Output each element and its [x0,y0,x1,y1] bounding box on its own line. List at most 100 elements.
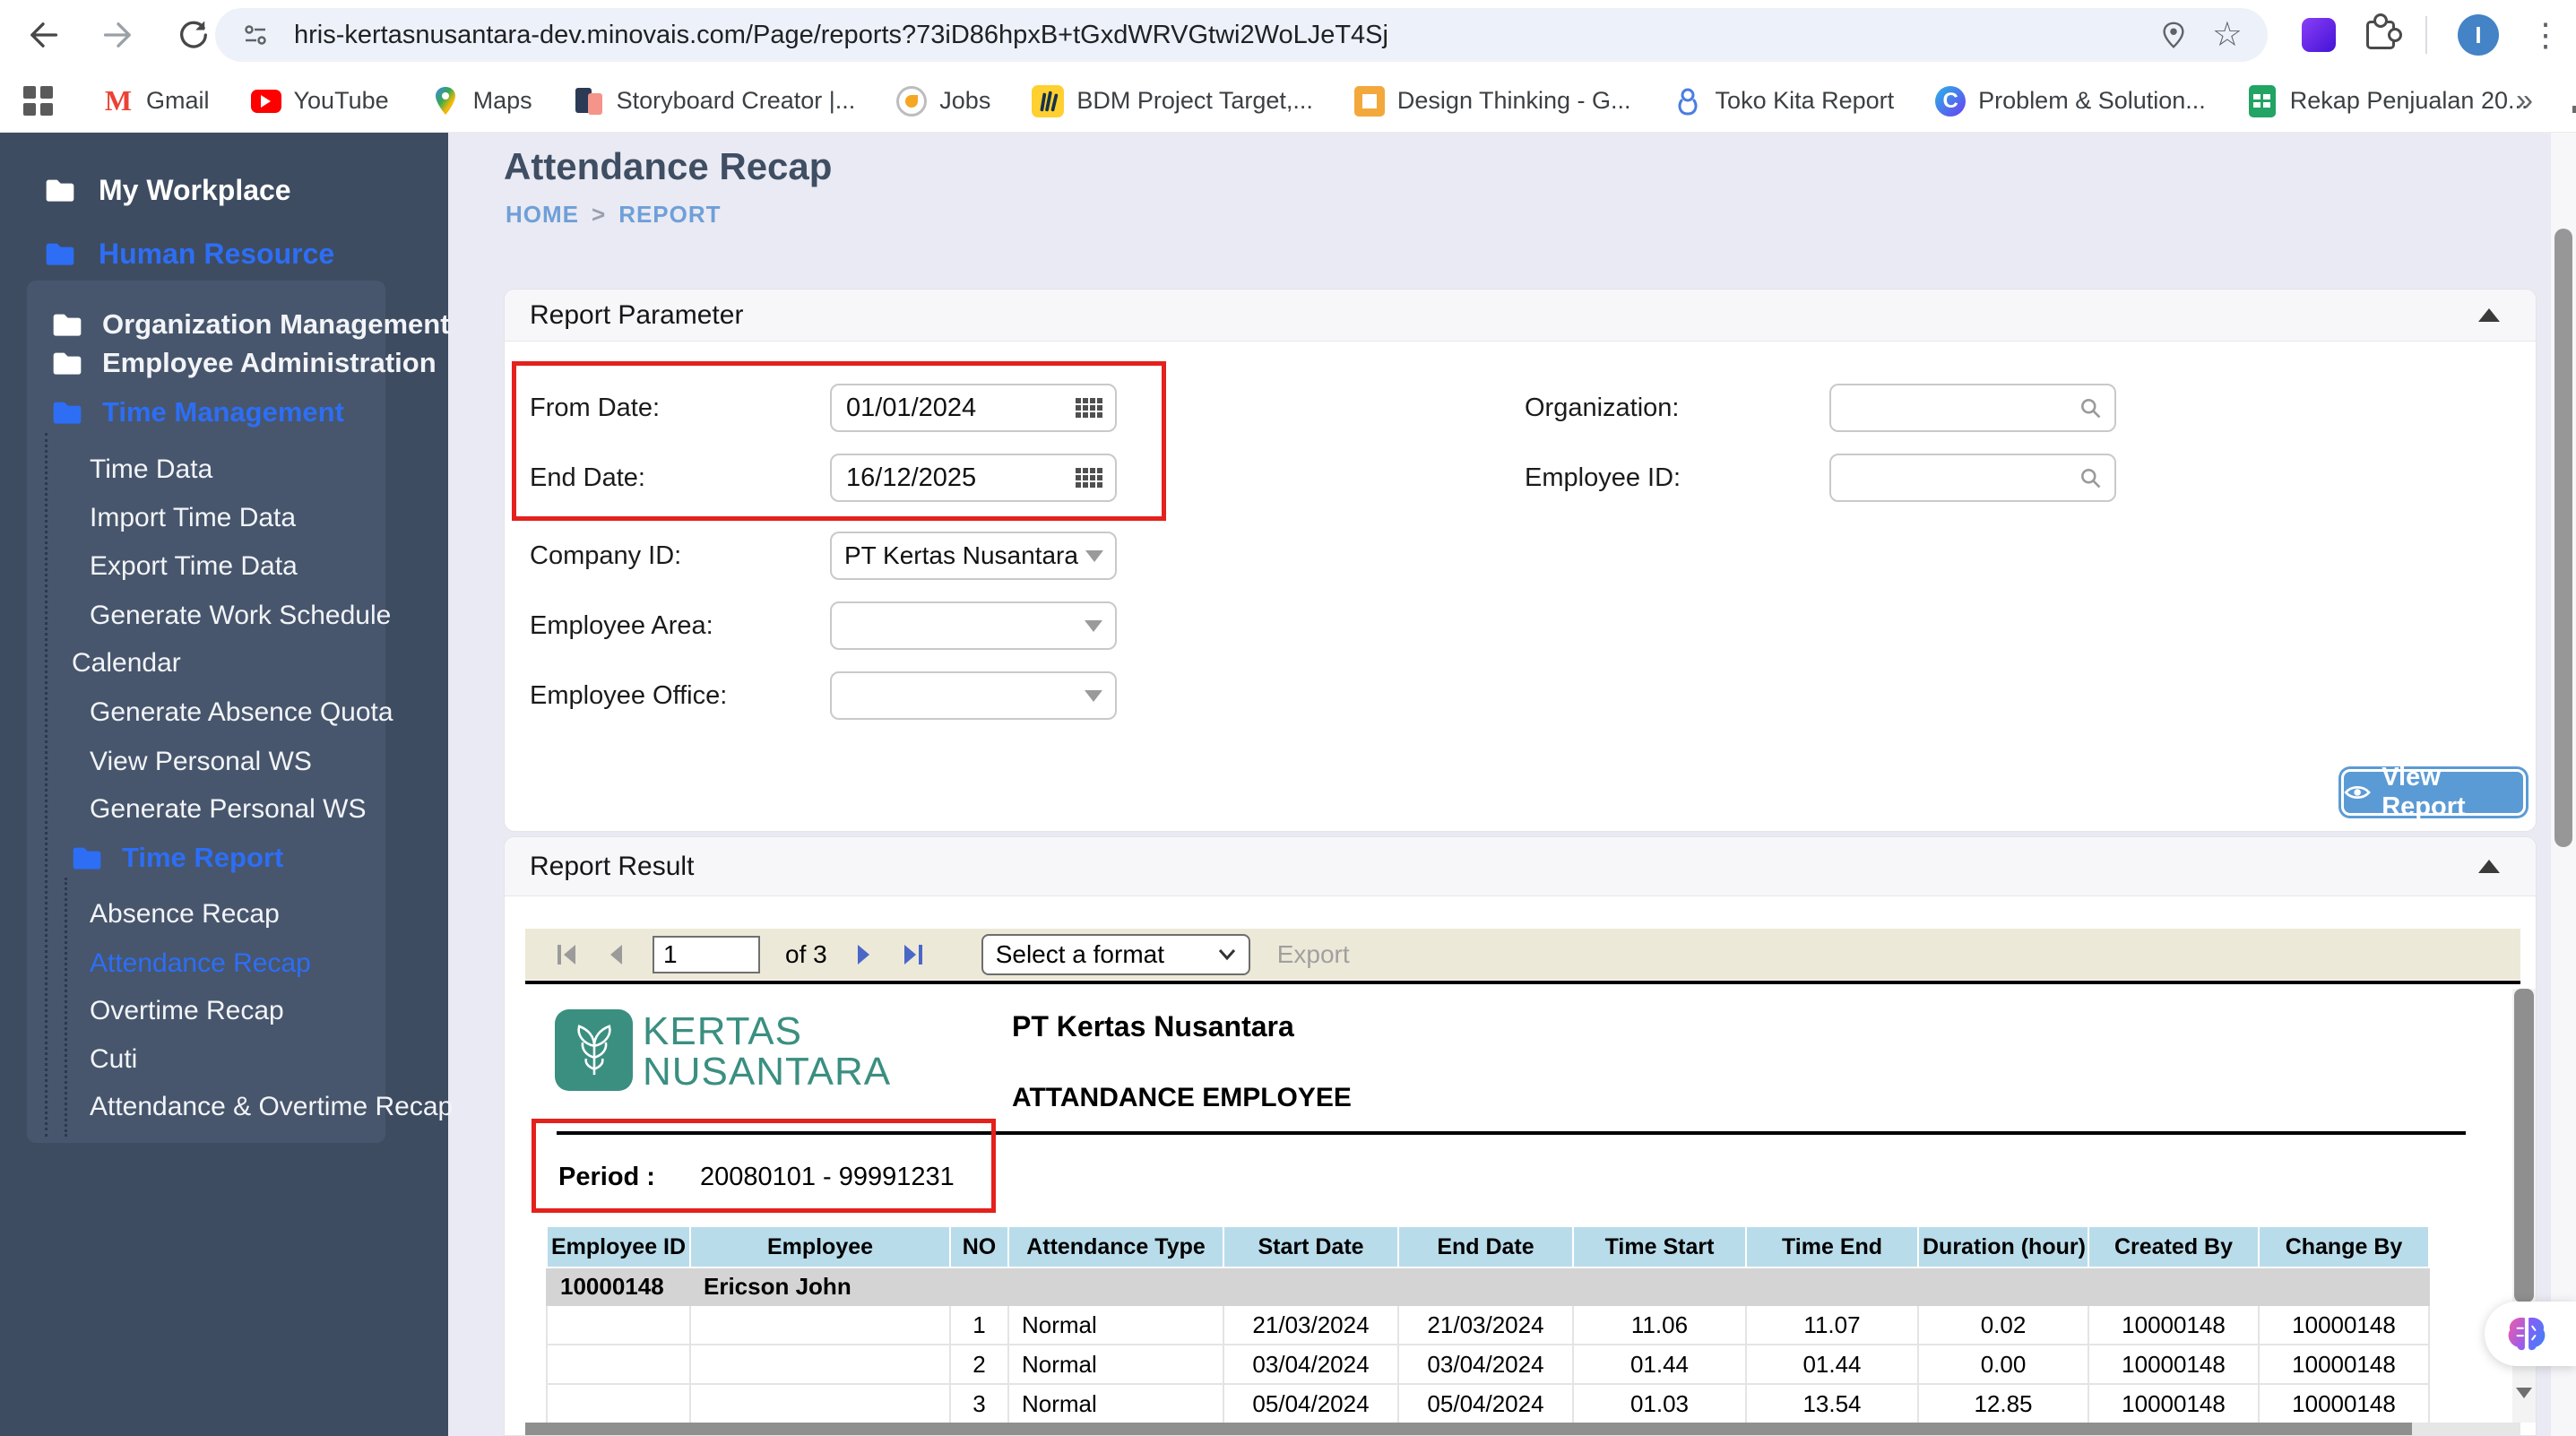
company-id-select[interactable]: PT Kertas Nusantara [830,532,1117,580]
table-header-row: Employee ID Employee NO Attendance Type … [546,1225,2430,1268]
report-result-panel: Report Result of 3 Select a format Expor… [504,836,2537,1436]
report-heading: ATTANDANCE EMPLOYEE [1012,1083,1352,1112]
sidebar-item-generate-personal-ws[interactable]: Generate Personal WS [90,790,366,829]
browser-menu-icon[interactable]: ⋮ [2529,19,2562,51]
bookmark-maps[interactable]: Maps [430,86,532,117]
search-icon[interactable] [2079,394,2102,421]
attendance-table: Employee ID Employee NO Attendance Type … [546,1225,2430,1435]
bookmark-toko-kita[interactable]: Toko Kita Report [1673,86,1894,117]
sidebar-item-my-workplace[interactable]: My Workplace [45,169,291,212]
browser-toolbar: hris-kertasnusantara-dev.minovais.com/Pa… [0,0,2576,70]
employee-office-select[interactable] [830,671,1117,720]
scrollbar-thumb[interactable] [525,1423,2412,1435]
sidebar-item-time-report[interactable]: Time Report [72,838,283,878]
report-company-name: PT Kertas Nusantara [1012,1010,1294,1042]
next-page-icon[interactable] [852,941,876,968]
sidebar-item-generate-absence-quota[interactable]: Generate Absence Quota [90,693,393,732]
sidebar-item-employee-administration[interactable]: Employee Administration [52,343,437,383]
bookmark-design-thinking[interactable]: Design Thinking - G... [1353,85,1631,117]
bookmark-jobs[interactable]: Jobs [896,85,990,117]
folder-icon [53,402,82,424]
bookmark-youtube[interactable]: YouTube [250,86,389,117]
report-horizontal-scrollbar[interactable] [525,1423,2520,1435]
sidebar-item-time-data[interactable]: Time Data [90,450,212,489]
sidebar-item-calendar[interactable]: Calendar [72,644,181,683]
format-select[interactable]: Select a format [981,933,1250,975]
extensions-puzzle-icon[interactable] [2366,13,2402,49]
url-text[interactable]: hris-kertasnusantara-dev.minovais.com/Pa… [294,21,1388,50]
profile-avatar[interactable]: I [2458,14,2499,56]
eye-icon [2344,785,2371,800]
employee-area-select[interactable] [830,601,1117,650]
organization-field[interactable] [1829,384,2116,432]
location-pin-icon[interactable] [2158,19,2189,51]
sidebar-item-time-management[interactable]: Time Management [52,393,344,432]
report-pager: of 3 Select a format Export [525,929,2520,980]
bookmarks-overflow-chevron[interactable]: » [2516,83,2533,118]
bookmark-gmail[interactable]: M Gmail [103,84,210,117]
chevron-down-icon [1218,948,1235,960]
sidebar-item-view-personal-ws[interactable]: View Personal WS [90,742,312,782]
sidebar: My Workplace Human Resource Organization… [0,133,453,1436]
toko-kita-icon [1673,86,1703,117]
bookmark-star-icon[interactable]: ☆ [2212,18,2243,52]
search-icon[interactable] [2079,464,2102,491]
extension-purple-icon[interactable] [2302,18,2336,52]
breadcrumb-report[interactable]: REPORT [618,201,721,229]
bookmark-problem-solution[interactable]: C Problem & Solution... [1935,85,2206,117]
bookmarks-bar: M Gmail YouTube Maps Storyboard Creator |… [0,70,2576,133]
collapse-icon[interactable] [2478,860,2500,873]
bookmark-diagramstruktur[interactable]: diagramstruktur.dra... [2570,86,2576,117]
sidebar-item-generate-work-schedule[interactable]: Generate Work Schedule [90,596,391,636]
report-parameter-title: Report Parameter [530,299,744,330]
employee-id-input[interactable] [1844,462,2071,494]
bookmark-rekap-penjualan[interactable]: Rekap Penjualan 20... [2247,84,2528,117]
forward-icon[interactable] [100,17,136,53]
report-parameter-panel: Report Parameter From Date: End Date: Co… [504,289,2537,832]
breadcrumb-home[interactable]: HOME [506,201,579,229]
sidebar-item-import-time-data[interactable]: Import Time Data [90,498,296,538]
chevron-down-icon [1085,619,1102,632]
sidebar-item-export-time-data[interactable]: Export Time Data [90,547,298,586]
page-scrollbar[interactable] [2551,133,2576,1436]
reload-icon[interactable] [176,17,212,53]
sidebar-item-overtime-recap[interactable]: Overtime Recap [90,991,284,1031]
problem-solution-icon: C [1935,85,1967,117]
view-report-button[interactable]: View Report [2341,763,2526,821]
scroll-down-arrow-icon[interactable] [2516,1388,2532,1398]
apps-grid-icon[interactable] [23,86,53,116]
sidebar-item-human-resource[interactable]: Human Resource [45,232,334,275]
address-bar[interactable]: hris-kertasnusantara-dev.minovais.com/Pa… [215,8,2268,62]
report-parameter-header[interactable]: Report Parameter [505,290,2536,342]
organization-label: Organization: [1525,393,1680,422]
bookmark-bdm-miro[interactable]: BDM Project Target,... [1032,84,1313,117]
sidebar-item-attendance-overtime-recap[interactable]: Attendance & Overtime Recap [90,1087,453,1127]
report-result-body: of 3 Select a format Export [505,896,2536,1435]
company-id-label: Company ID: [530,541,682,570]
employee-id-field[interactable] [1829,454,2116,502]
page-number-input[interactable] [653,935,760,973]
sidebar-item-cuti[interactable]: Cuti [90,1040,137,1079]
back-icon[interactable] [25,17,61,53]
maps-pin-icon [430,86,461,117]
sidebar-item-attendance-recap[interactable]: Attendance Recap [90,944,311,983]
ai-assistant-widget[interactable] [2485,1302,2576,1366]
scrollbar-thumb[interactable] [2554,229,2572,847]
site-settings-icon[interactable] [240,22,271,48]
organization-input[interactable] [1844,392,2071,424]
export-link[interactable]: Export [1277,940,1350,969]
annotation-red-box-period [532,1119,996,1213]
main-content: Attendance Recap HOME > REPORT Report Pa… [448,133,2576,1436]
scrollbar-thumb[interactable] [2514,989,2534,1302]
chevron-down-icon [1085,689,1102,702]
last-page-icon[interactable] [901,941,924,968]
bookmark-storyboard[interactable]: Storyboard Creator |... [574,86,855,117]
prev-page-icon [610,944,622,965]
folder-icon [46,179,74,202]
collapse-icon[interactable] [2478,308,2500,322]
brain-icon [2508,1317,2546,1351]
report-result-header[interactable]: Report Result [505,837,2536,896]
sidebar-item-absence-recap[interactable]: Absence Recap [90,895,280,934]
sidebar-item-organization-management[interactable]: Organization Management [52,305,450,344]
report-result-title: Report Result [530,851,695,881]
